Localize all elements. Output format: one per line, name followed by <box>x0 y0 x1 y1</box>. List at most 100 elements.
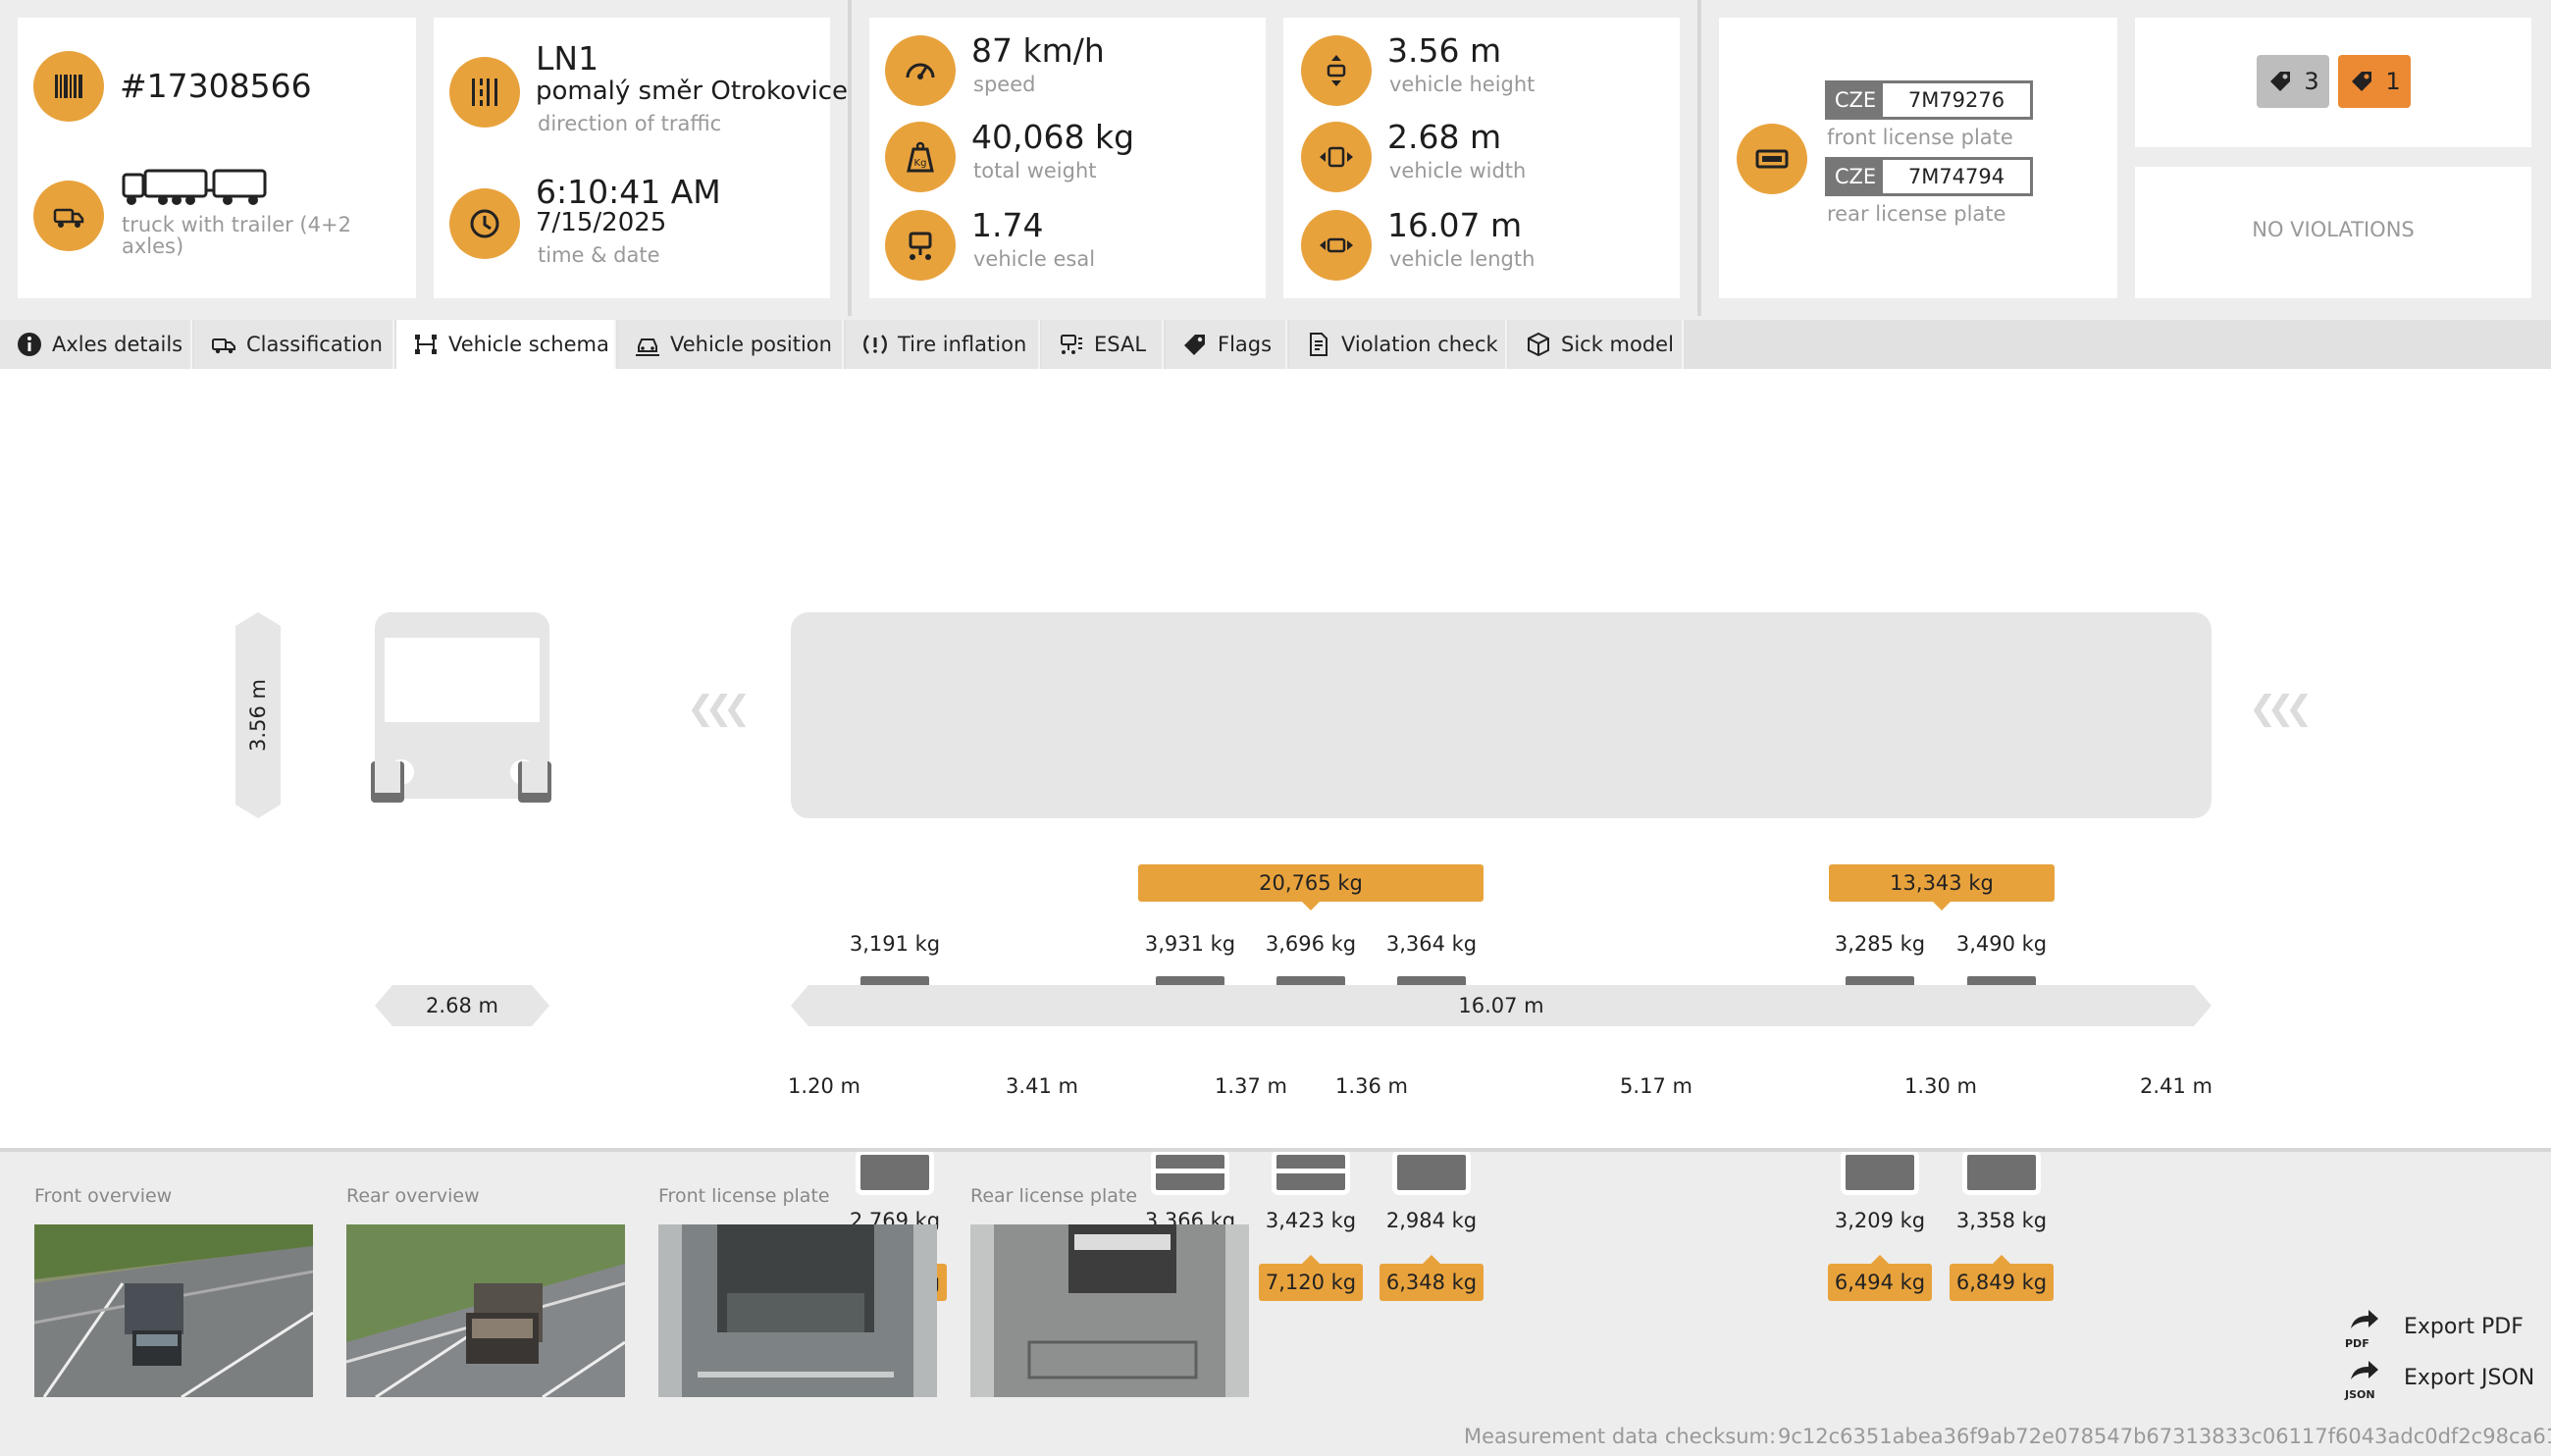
front-license-plate-image[interactable] <box>658 1224 937 1397</box>
front-overview-image[interactable] <box>34 1224 313 1397</box>
tab-violation-check[interactable]: Violation check <box>1289 320 1507 369</box>
axle-left-weight: 3,696 kg <box>1265 932 1357 956</box>
esal-value: 1.74 <box>971 206 1044 244</box>
wheel-bottom <box>1962 1150 2041 1195</box>
direction-value: pomalý směr Otrokovice <box>536 77 848 106</box>
clock-icon <box>449 188 520 259</box>
axle-total-weight: 7,120 kg <box>1259 1255 1363 1301</box>
lane-time-card: LN1 pomalý směr Otrokovice direction of … <box>434 18 848 298</box>
esal-icon <box>1061 335 1082 354</box>
rear-license-plate: CZE 7M74794 <box>1825 157 2033 196</box>
export-pdf-label: Export PDF <box>2404 1314 2524 1339</box>
axle-left-weight: 3,285 kg <box>1834 932 1926 956</box>
axle-left-weight: 3,490 kg <box>1955 932 2048 956</box>
vehicle-id-card: #17308566 truck with trailer (4+2 axles) <box>18 18 416 298</box>
wheel-bottom <box>1841 1150 1919 1195</box>
axle-right-weight: 2,984 kg <box>1385 1209 1478 1232</box>
header-divider <box>1697 0 1701 316</box>
esal-icon <box>885 210 956 281</box>
front-overview-label: Front overview <box>34 1185 173 1207</box>
rear-overview-image[interactable] <box>346 1224 625 1397</box>
axle-right-weight: 3,209 kg <box>1834 1209 1926 1232</box>
height-icon <box>1301 35 1372 106</box>
length-icon <box>1301 210 1372 281</box>
flag-orange-count: 1 <box>2385 68 2401 95</box>
height-indicator: 3.56 m <box>235 612 281 818</box>
tab-vehicle-position[interactable]: Vehicle position <box>618 320 844 369</box>
weight-kg-icon: Kg <box>885 122 956 192</box>
axle-left-weight: 3,364 kg <box>1385 932 1478 956</box>
height-value: 3.56 m <box>1387 31 1502 70</box>
violations-status: NO VIOLATIONS <box>2252 218 2415 241</box>
axle-distance-label: 5.17 m <box>1601 1067 1711 1105</box>
car-position-icon <box>636 338 659 356</box>
wheel-bottom <box>1151 1150 1229 1195</box>
rear-plate-country: CZE <box>1828 160 1883 193</box>
width-icon <box>1301 122 1372 192</box>
export-json-button[interactable]: JSON Export JSON <box>2345 1358 2535 1401</box>
axle-distance-label: 3.41 m <box>987 1067 1097 1105</box>
flag-orange-badge[interactable]: 1 <box>2338 55 2411 108</box>
axle-right-weight: 3,358 kg <box>1955 1209 2048 1232</box>
axle-left-weight: 3,931 kg <box>1144 932 1236 956</box>
info-icon <box>18 333 41 356</box>
date-value: 7/15/2025 <box>536 208 667 237</box>
tab-label: Sick model <box>1561 333 1674 356</box>
front-plate-number: 7M79276 <box>1907 88 2005 112</box>
truck-trailer-icon <box>122 169 267 205</box>
violations-card: NO VIOLATIONS <box>2135 167 2531 298</box>
tab-label: Axles details <box>52 333 183 356</box>
axle-total-weight: 6,494 kg <box>1828 1255 1932 1301</box>
rear-plate-label: rear license plate <box>1827 202 2006 226</box>
length-label: vehicle length <box>1389 247 1536 271</box>
vehicle-type-label: truck with trailer (4+2 axles) <box>122 213 351 258</box>
direction-chevrons-left: ❮❮❮ <box>687 689 752 728</box>
tab-vehicle-schema[interactable]: Vehicle schema <box>396 320 616 369</box>
flag-gray-count: 3 <box>2304 68 2319 95</box>
tag-icon <box>2352 72 2372 91</box>
license-plates-card: CZE 7M79276 front license plate CZE 7M74… <box>1719 18 2117 298</box>
tab-tire-inflation[interactable]: Tire inflation <box>846 320 1040 369</box>
axle-distance-label: 1.20 m <box>780 1067 868 1105</box>
width-dimension-bar: 2.68 m <box>375 985 549 1026</box>
tab-label: Flags <box>1218 333 1273 356</box>
share-pdf-icon: PDF <box>2345 1307 2384 1350</box>
document-check-icon <box>1310 333 1328 356</box>
export-pdf-button[interactable]: PDF Export PDF <box>2345 1307 2524 1350</box>
rear-overview-label: Rear overview <box>346 1185 480 1207</box>
footer-divider <box>0 1148 2551 1152</box>
tab-label: Vehicle schema <box>448 333 609 356</box>
vehicle-id: #17308566 <box>120 67 312 105</box>
axle-distance-label: 1.36 m <box>1321 1067 1423 1105</box>
length-value: 16.07 m <box>1387 206 1523 244</box>
json-tag: JSON <box>2345 1388 2375 1401</box>
front-license-plate: CZE 7M79276 <box>1825 80 2033 120</box>
tab-flags[interactable]: Flags <box>1166 320 1287 369</box>
tag-icon <box>2270 72 2291 91</box>
tab-esal[interactable]: ESAL <box>1042 320 1164 369</box>
share-json-icon: JSON <box>2345 1358 2384 1401</box>
cube-icon <box>1528 332 1549 357</box>
height-label: vehicle height <box>1389 73 1536 96</box>
tab-bar: Axles details Classification Vehicle sch… <box>0 320 2551 369</box>
flags-card: 3 1 <box>2135 18 2531 147</box>
axle-total-weight: 6,348 kg <box>1380 1255 1484 1301</box>
rear-plate-number: 7M74794 <box>1907 165 2005 188</box>
flag-gray-badge[interactable]: 3 <box>2257 55 2329 108</box>
tab-axles-details[interactable]: Axles details <box>0 320 192 369</box>
export-json-label: Export JSON <box>2404 1365 2535 1390</box>
lane-icon <box>449 57 520 128</box>
weight-value: 40,068 kg <box>971 118 1135 156</box>
checksum-value: 9c12c6351abea36f9ab72e078547b67313833c06… <box>1778 1425 2551 1448</box>
axle-total-weight: 6,849 kg <box>1950 1255 2054 1301</box>
vehicle-chassis <box>791 612 2212 818</box>
tab-sick-model[interactable]: Sick model <box>1509 320 1684 369</box>
axle-group-weight: 20,765 kg <box>1138 864 1484 910</box>
schema-icon <box>415 335 437 354</box>
tab-classification[interactable]: Classification <box>194 320 394 369</box>
vehicle-schema-panel: 3.56 m 2.68 m ❮❮❮ ❮❮❮ 20,765 kg 13,343 kg… <box>0 369 2551 1301</box>
rear-license-plate-image[interactable] <box>970 1224 1249 1397</box>
front-plate-label: front license plate <box>1827 126 2013 149</box>
tab-label: Classification <box>246 333 383 356</box>
wheel-bottom <box>856 1150 934 1195</box>
